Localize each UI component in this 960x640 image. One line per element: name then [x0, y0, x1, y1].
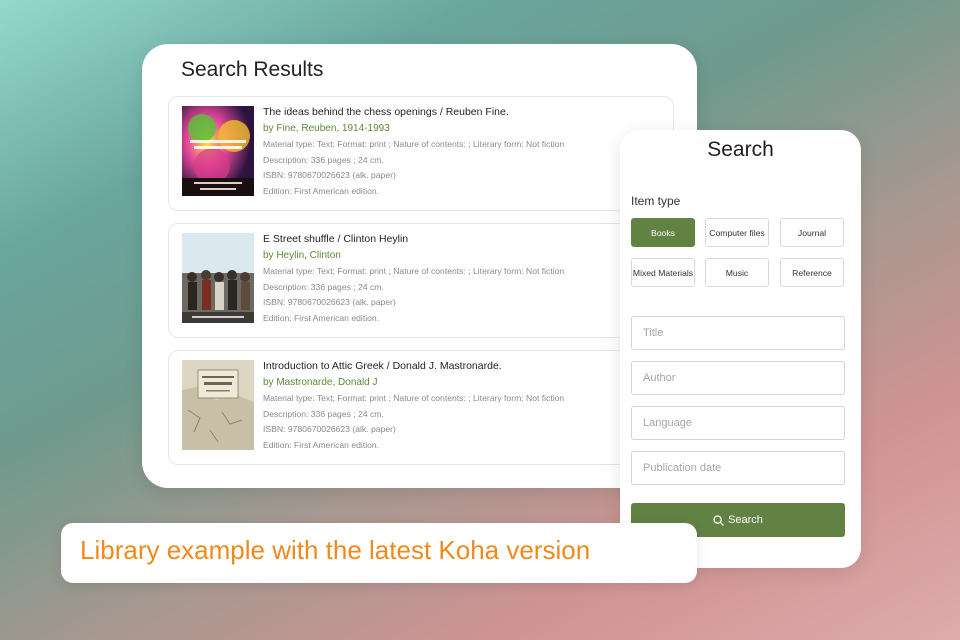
result-author[interactable]: by Fine, Reuben, 1914-1993 — [263, 121, 663, 137]
search-panel-title: Search — [707, 138, 774, 161]
search-results-card: Search Results The ideas behind the ches… — [142, 44, 697, 488]
result-material-type: Material type: Text; Format: print ; Nat… — [263, 139, 565, 149]
item-type-books-button[interactable]: Books — [631, 218, 695, 247]
item-type-mixed-materials-button[interactable]: Mixed Materials — [631, 258, 695, 287]
result-material-type: Material type: Text; Format: print ; Nat… — [263, 393, 565, 403]
result-title[interactable]: E Street shuffle / Clinton Heylin — [263, 232, 663, 247]
item-type-journal-button[interactable]: Journal — [780, 218, 844, 247]
result-isbn: ISBN: 9780670026623 (alk. paper) — [263, 170, 396, 180]
title-input[interactable] — [631, 316, 845, 350]
result-edition: Edition: First American edition. — [263, 185, 380, 196]
book-cover-image[interactable] — [182, 233, 254, 323]
caption-text: Library example with the latest Koha ver… — [80, 535, 591, 565]
result-author[interactable]: by Mastronarde, Donald J — [263, 375, 663, 391]
result-title[interactable]: The ideas behind the chess openings / Re… — [263, 105, 663, 120]
result-author[interactable]: by Heylin, Clinton — [263, 248, 663, 264]
result-edition: Edition: First American edition. — [263, 312, 380, 323]
publication-date-input[interactable] — [631, 451, 845, 485]
search-icon — [713, 514, 724, 526]
item-type-label: Item type — [631, 194, 681, 208]
author-input[interactable] — [631, 361, 845, 395]
result-description: Description: 336 pages ; 24 cm. — [263, 154, 384, 165]
result-item[interactable]: Introduction to Attic Greek / Donald J. … — [168, 350, 674, 465]
item-type-reference-button[interactable]: Reference — [780, 258, 844, 287]
book-cover-image[interactable] — [182, 106, 254, 196]
result-material-type: Material type: Text; Format: print ; Nat… — [263, 266, 565, 276]
search-results-title: Search Results — [181, 58, 324, 81]
language-input[interactable] — [631, 406, 845, 440]
result-item[interactable]: The ideas behind the chess openings / Re… — [168, 96, 674, 211]
result-edition: Edition: First American edition. — [263, 439, 380, 450]
result-item[interactable]: E Street shuffle / Clinton Heylin by Hey… — [168, 223, 674, 338]
result-isbn: ISBN: 9780670026623 (alk. paper) — [263, 297, 396, 307]
item-type-computer-files-button[interactable]: Computer files — [705, 218, 769, 247]
search-panel: Search Item type Books Computer files Jo… — [620, 130, 861, 568]
result-isbn: ISBN: 9780670026623 (alk. paper) — [263, 424, 396, 434]
result-description: Description: 336 pages ; 24 cm. — [263, 281, 384, 292]
search-button-label: Search — [728, 514, 763, 526]
result-description: Description: 336 pages ; 24 cm. — [263, 408, 384, 419]
book-cover-image[interactable] — [182, 360, 254, 450]
result-title[interactable]: Introduction to Attic Greek / Donald J. … — [263, 359, 663, 374]
item-type-music-button[interactable]: Music — [705, 258, 769, 287]
caption-banner: Library example with the latest Koha ver… — [61, 523, 697, 583]
